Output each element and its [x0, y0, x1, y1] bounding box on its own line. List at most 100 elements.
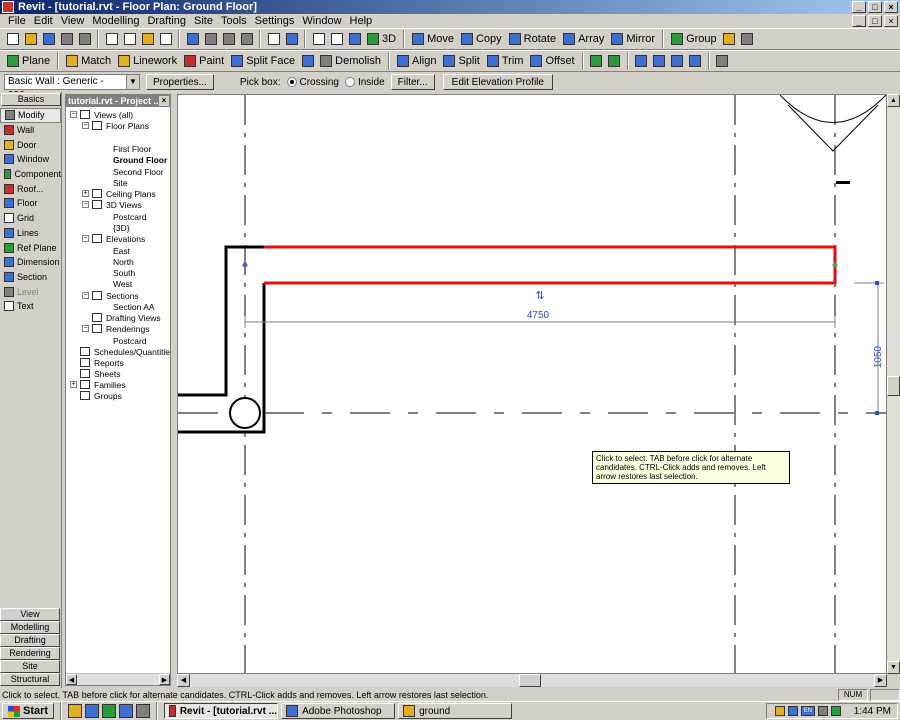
dimension-grip[interactable] — [875, 411, 879, 415]
tray-antivirus-icon[interactable] — [830, 706, 841, 716]
split-button[interactable]: Split — [440, 52, 482, 70]
tool-roof[interactable]: Roof... — [0, 181, 61, 196]
zoom-button[interactable] — [328, 30, 345, 48]
filter-button[interactable]: Filter... — [390, 74, 435, 90]
tool-c-button[interactable] — [669, 52, 686, 70]
task-revit[interactable]: Revit - [tutorial.rvt ... — [164, 703, 279, 719]
scroll-right-icon[interactable]: ▶ — [159, 674, 170, 685]
properties-button[interactable]: Properties... — [146, 74, 214, 90]
copy-button[interactable]: Copy — [458, 30, 505, 48]
tree-north[interactable]: North — [113, 257, 134, 267]
elevation-tag[interactable] — [836, 181, 850, 184]
tray-network-icon[interactable] — [787, 706, 798, 716]
tree-south[interactable]: South — [113, 268, 135, 278]
tree-schedules[interactable]: Schedules/Quantities — [94, 347, 170, 357]
unpin-button[interactable] — [606, 52, 623, 70]
tool-dimension[interactable]: Dimension — [0, 255, 61, 270]
scroll-right-icon[interactable]: ▶ — [874, 674, 887, 687]
tree-section-aa[interactable]: Section AA — [113, 302, 155, 312]
canvas-horizontal-scrollbar[interactable]: ◀ ▶ — [177, 674, 887, 687]
browser-close-button[interactable]: × — [159, 96, 169, 106]
tool-component[interactable]: Component — [0, 167, 61, 182]
collapse-icon[interactable]: − — [82, 235, 89, 242]
tool-ref-plane[interactable]: Ref Plane — [0, 240, 61, 255]
menu-file[interactable]: File — [4, 15, 30, 27]
tool-b-button[interactable] — [651, 52, 668, 70]
work-plane-button[interactable]: Plane — [4, 52, 53, 70]
linework-button[interactable]: Linework — [115, 52, 180, 70]
match-button[interactable]: Match — [63, 52, 114, 70]
quicklaunch-outlook-icon[interactable] — [102, 704, 117, 718]
cut-button[interactable] — [103, 30, 120, 48]
tree-3d-views[interactable]: 3D Views — [106, 200, 142, 210]
default-3d-view-button[interactable]: 3D — [364, 30, 399, 48]
expand-icon[interactable]: + — [70, 381, 77, 388]
tray-language-icon[interactable]: EN — [800, 706, 815, 716]
print-button[interactable] — [76, 30, 93, 48]
scroll-down-icon[interactable]: ▼ — [887, 661, 900, 674]
tab-rendering[interactable]: Rendering — [0, 647, 60, 660]
scroll-thumb[interactable] — [887, 376, 900, 396]
tree-sheets[interactable]: Sheets — [94, 369, 120, 379]
dynamic-view-button[interactable] — [346, 30, 363, 48]
menu-view[interactable]: View — [57, 15, 89, 27]
doc-close-button[interactable]: × — [884, 15, 898, 27]
dimension-grip[interactable] — [875, 281, 879, 285]
save-as-button[interactable] — [58, 30, 75, 48]
quicklaunch-desktop-icon[interactable] — [119, 704, 134, 718]
menu-help[interactable]: Help — [346, 15, 377, 27]
tree-ceiling-plans[interactable]: Ceiling Plans — [106, 189, 156, 199]
tree-site[interactable]: Site — [113, 178, 128, 188]
tool-window[interactable]: Window — [0, 152, 61, 167]
offset-button[interactable]: Offset — [527, 52, 577, 70]
doc-maximize-button[interactable]: □ — [868, 15, 882, 27]
undo-list-button[interactable] — [202, 30, 219, 48]
wall-endpoint-grip[interactable] — [242, 262, 248, 268]
tree-east[interactable]: East — [113, 246, 130, 256]
clock[interactable]: 1:44 PM — [854, 706, 891, 717]
start-button[interactable]: Start — [2, 703, 55, 719]
tree-renderings[interactable]: Renderings — [106, 324, 149, 334]
tree-floor-plans[interactable]: Floor Plans — [106, 121, 149, 131]
elevation-marker-arc[interactable] — [779, 95, 886, 123]
selected-wall[interactable] — [264, 245, 837, 285]
menu-settings[interactable]: Settings — [251, 15, 299, 27]
paste-button[interactable] — [139, 30, 156, 48]
tool-text[interactable]: Text — [0, 299, 61, 314]
task-photoshop[interactable]: Adobe Photoshop — [281, 703, 396, 719]
array-button[interactable]: Array — [560, 30, 607, 48]
menu-window[interactable]: Window — [298, 15, 345, 27]
move-button[interactable]: Move — [409, 30, 457, 48]
tree-ground-floor[interactable]: Ground Floor — [113, 155, 167, 165]
scroll-up-icon[interactable]: ▲ — [887, 94, 900, 107]
align-button[interactable]: Align — [394, 52, 439, 70]
redo-button[interactable] — [220, 30, 237, 48]
mirror-button[interactable]: Mirror — [608, 30, 658, 48]
column-marker[interactable] — [229, 397, 261, 429]
pin-button[interactable] — [588, 52, 605, 70]
elevation-marker-arrow[interactable] — [787, 104, 879, 152]
new-button[interactable] — [4, 30, 21, 48]
task-ground[interactable]: ground — [398, 703, 513, 719]
dimension-value-horizontal[interactable]: 4750 — [527, 310, 550, 321]
quicklaunch-ie-icon[interactable] — [85, 704, 100, 718]
tree-second-floor[interactable]: Second Floor — [113, 167, 164, 177]
type-selector-dropdown[interactable]: Basic Wall : Generic - 300mm ▼ — [4, 74, 140, 101]
tree-elevations[interactable]: Elevations — [106, 234, 145, 244]
rotate-button[interactable]: Rotate — [506, 30, 559, 48]
tree-first-floor[interactable]: First Floor — [113, 144, 151, 154]
scroll-thumb[interactable] — [519, 674, 541, 687]
undo-button[interactable] — [184, 30, 201, 48]
tree-groups[interactable]: Groups — [94, 391, 122, 401]
tool-door[interactable]: Door — [0, 137, 61, 152]
wall-existing[interactable] — [178, 245, 264, 397]
tool-e-button[interactable] — [714, 52, 731, 70]
tab-structural[interactable]: Structural — [0, 673, 60, 686]
collapse-icon[interactable]: − — [82, 325, 89, 332]
thin-lines-button[interactable] — [265, 30, 282, 48]
menu-site[interactable]: Site — [190, 15, 217, 27]
tool-section[interactable]: Section — [0, 270, 61, 285]
tab-drafting[interactable]: Drafting — [0, 634, 60, 647]
doc-minimize-button[interactable]: _ — [852, 15, 866, 27]
menu-modelling[interactable]: Modelling — [88, 15, 143, 27]
